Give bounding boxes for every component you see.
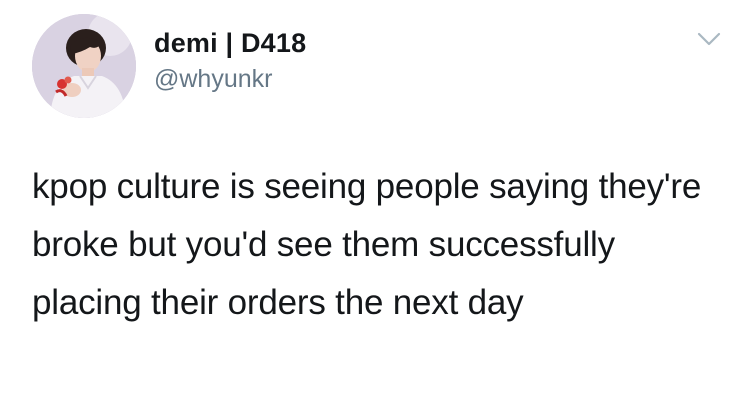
tweet-card: demi | D418 @whyunkr kpop culture is see… [0,0,750,405]
user-info: demi | D418 @whyunkr [154,26,306,95]
display-name[interactable]: demi | D418 [154,26,306,60]
tweet-header: demi | D418 @whyunkr [32,14,306,118]
chevron-down-icon[interactable] [696,30,722,48]
tweet-text: kpop culture is seeing people saying the… [32,167,702,322]
avatar[interactable] [32,14,136,118]
user-handle[interactable]: @whyunkr [154,63,306,95]
profile-photo-icon [32,14,136,118]
